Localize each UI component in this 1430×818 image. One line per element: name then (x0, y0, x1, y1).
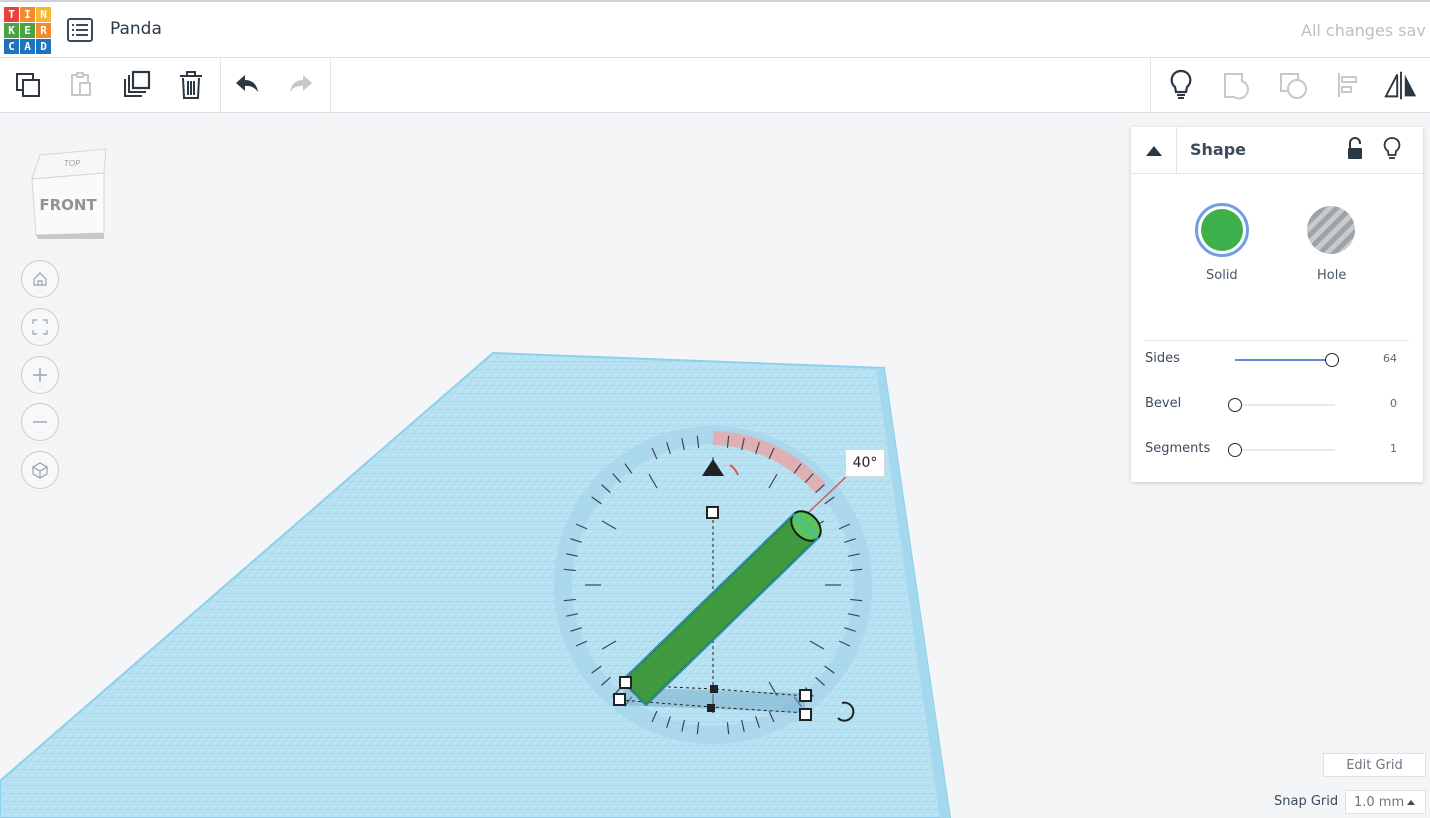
toolbar-separator (330, 58, 331, 113)
group-icon (1224, 73, 1249, 100)
paste-icon (71, 72, 91, 96)
ungroup-icon (1280, 73, 1307, 99)
align-button[interactable] (1331, 66, 1367, 104)
viewcube-top-label[interactable]: TOP (64, 159, 80, 168)
sides-slider-knob[interactable] (1325, 353, 1339, 367)
undo-icon (236, 75, 258, 92)
caret-up-icon (1145, 145, 1162, 156)
unlock-icon[interactable] (1346, 137, 1364, 161)
lightbulb-icon[interactable] (1382, 136, 1402, 162)
inspector-header: Shape (1131, 127, 1423, 174)
toolbar-separator (1150, 58, 1151, 113)
perspective-toggle-button[interactable] (21, 451, 59, 489)
logo-letter: I (20, 7, 35, 22)
minus-icon (33, 421, 47, 423)
fit-view-button[interactable] (21, 308, 59, 346)
lightbulb-icon (1170, 69, 1192, 99)
segments-label: Segments (1145, 441, 1211, 456)
sides-label: Sides (1145, 351, 1180, 366)
mirror-button[interactable] (1383, 66, 1419, 104)
logo-letter: C (4, 39, 19, 54)
logo-letter: E (20, 23, 35, 38)
project-list-button[interactable] (67, 18, 93, 42)
logo-letter: R (36, 23, 51, 38)
logo-letter: N (36, 7, 51, 22)
top-header: TIN KER CAD Panda All changes sav (0, 0, 1430, 58)
zoom-in-button[interactable] (21, 356, 59, 394)
align-icon (1338, 73, 1357, 97)
home-icon (33, 272, 47, 286)
logo-letter: K (4, 23, 19, 38)
viewcube-front-label[interactable]: FRONT (39, 196, 97, 214)
segments-slider[interactable] (1228, 443, 1335, 457)
caret-up-icon (1407, 800, 1415, 805)
tinkercad-logo[interactable]: TIN KER CAD (4, 7, 52, 55)
sides-value[interactable]: 64 (1383, 352, 1397, 365)
fit-icon (32, 319, 48, 335)
bevel-label: Bevel (1145, 396, 1182, 411)
segments-slider-knob[interactable] (1228, 443, 1242, 457)
bevel-slider[interactable] (1228, 398, 1335, 412)
inspector-title: Shape (1190, 140, 1247, 159)
redo-icon (290, 75, 312, 92)
workplane-grid-lines (0, 353, 950, 818)
workplane-viewport[interactable]: 40° TOP FRONT Shape Solid Hole Sides 64 … (0, 113, 1430, 818)
show-all-button[interactable] (1163, 66, 1199, 104)
list-icon (72, 24, 88, 36)
edit-grid-button[interactable]: Edit Grid (1323, 753, 1426, 777)
view-cube[interactable]: TOP FRONT (30, 143, 110, 239)
group-button[interactable] (1220, 66, 1256, 104)
hole-swatch[interactable] (1307, 206, 1355, 254)
solid-label: Solid (1206, 268, 1238, 283)
bevel-slider-knob[interactable] (1228, 398, 1242, 412)
redo-button[interactable] (283, 66, 319, 104)
copy-icon (16, 73, 40, 97)
save-status: All changes sav (1301, 21, 1426, 40)
zoom-out-button[interactable] (21, 403, 59, 441)
delete-button[interactable] (173, 66, 209, 104)
cube-icon (32, 462, 48, 479)
logo-letter: D (36, 39, 51, 54)
trash-icon (180, 71, 202, 99)
snap-grid-select[interactable]: 1.0 mm (1345, 790, 1426, 814)
hole-label: Hole (1317, 268, 1347, 283)
edit-toolbar (0, 58, 1430, 113)
copy-button[interactable] (10, 66, 46, 104)
sides-slider-fill (1235, 359, 1332, 361)
toolbar-separator (220, 58, 221, 113)
ungroup-button[interactable] (1276, 66, 1312, 104)
logo-letter: T (4, 7, 19, 22)
sides-slider[interactable] (1235, 353, 1339, 367)
plus-icon (33, 368, 47, 382)
panel-divider (1145, 340, 1409, 341)
undo-button[interactable] (229, 66, 265, 104)
home-view-button[interactable] (21, 260, 59, 298)
segments-value[interactable]: 1 (1390, 442, 1397, 455)
duplicate-button[interactable] (118, 66, 154, 104)
paste-button[interactable] (63, 66, 99, 104)
solid-color-swatch[interactable] (1195, 203, 1249, 257)
collapse-panel-button[interactable] (1131, 127, 1177, 174)
duplicate-icon (124, 70, 151, 97)
shape-inspector-panel: Shape Solid Hole Sides 64 Bevel 0 Segmen… (1131, 127, 1423, 482)
rotation-angle-label[interactable]: 40° (845, 449, 885, 477)
snap-grid-value: 1.0 mm (1354, 794, 1405, 810)
mirror-icon (1384, 71, 1417, 100)
logo-letter: A (20, 39, 35, 54)
project-name[interactable]: Panda (110, 19, 162, 39)
snap-grid-label: Snap Grid (1274, 794, 1339, 809)
bevel-value[interactable]: 0 (1390, 397, 1397, 410)
